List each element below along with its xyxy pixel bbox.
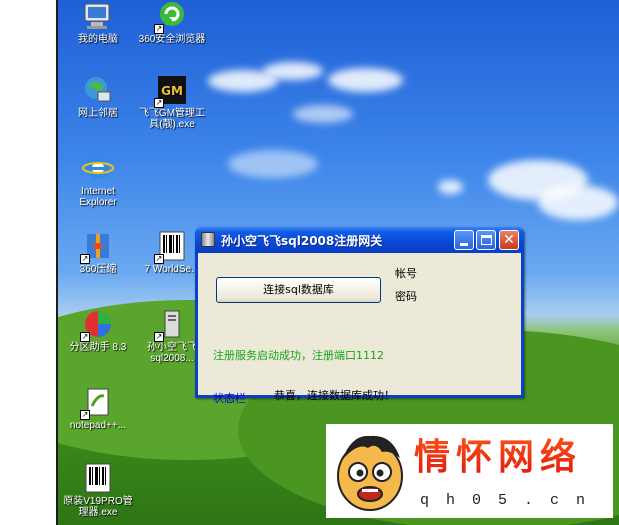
desktop-icon-v19pro-manager[interactable]: 原装V19PRO管理器.exe — [62, 462, 134, 518]
cloud — [263, 62, 323, 80]
desktop-icon-label: 原装V19PRO管理器.exe — [63, 496, 133, 518]
service-status-text: 注册服务启动成功，注册端口1112 — [213, 349, 384, 362]
server-app-icon: ↗ — [154, 308, 188, 342]
minimize-icon — [460, 243, 468, 246]
shortcut-arrow-icon: ↗ — [80, 410, 90, 420]
left-blank-area — [0, 0, 56, 525]
maximize-button[interactable] — [476, 230, 496, 250]
browser-360-icon: ↗ — [154, 0, 188, 34]
watermark-url: qh05.cn — [420, 492, 603, 509]
cloud — [293, 105, 353, 123]
close-button[interactable]: ✕ — [499, 230, 519, 250]
watermark-title: 情怀网络 — [414, 428, 582, 480]
shortcut-arrow-icon: ↗ — [154, 254, 164, 264]
watermark-banner: 情怀网络 qh05.cn — [326, 424, 613, 518]
desktop-icon-label: 分区助手 8.3 — [69, 342, 127, 353]
desktop-icon-network-places[interactable]: 网上邻居 — [62, 74, 134, 119]
gm-tool-icon: GM ↗ — [154, 74, 188, 108]
desktop-icon-internet-explorer[interactable]: Internet Explorer — [62, 152, 134, 208]
shortcut-arrow-icon: ↗ — [154, 98, 164, 108]
app-window-icon[interactable] — [201, 232, 215, 247]
close-icon: ✕ — [503, 232, 515, 248]
window-client-area: 连接sql数据库 帐号 密码 注册服务启动成功，注册端口1112 状态栏 恭喜，… — [198, 253, 521, 405]
cloud — [328, 68, 403, 92]
minimize-button[interactable] — [454, 230, 474, 250]
desktop-icon-label: notepad++... — [69, 420, 127, 431]
barcode-manager-icon — [82, 462, 114, 494]
my-computer-icon — [82, 0, 114, 32]
desktop-icon-label: 360压缩 — [79, 264, 117, 275]
maximize-icon — [481, 235, 492, 245]
window-title: 孙小空飞飞sql2008注册网关 — [221, 234, 383, 248]
desktop-icon-360-zip[interactable]: ↗ 360压缩 — [62, 230, 134, 275]
desktop-icon-my-computer[interactable]: 我的电脑 — [62, 0, 134, 45]
cloud — [438, 180, 463, 194]
network-places-icon — [82, 74, 114, 106]
shortcut-arrow-icon: ↗ — [154, 332, 164, 342]
gm-badge-text: GM — [161, 84, 183, 98]
account-label: 帐号 — [395, 267, 417, 280]
zip-360-icon: ↗ — [80, 230, 114, 264]
cloud — [228, 150, 318, 178]
shortcut-arrow-icon: ↗ — [154, 24, 164, 34]
desktop-icon-partition-assistant[interactable]: ↗ 分区助手 8.3 — [62, 308, 134, 353]
shortcut-arrow-icon: ↗ — [80, 332, 90, 342]
status-message: 恭喜，连接数据库成功！ — [274, 389, 395, 402]
notepadpp-icon: ↗ — [80, 386, 114, 420]
connect-sql-button[interactable]: 连接sql数据库 — [216, 277, 381, 303]
desktop-icon-notepadpp[interactable]: ↗ notepad++... — [62, 386, 134, 431]
desktop-icon-label: 我的电脑 — [78, 34, 118, 45]
desktop-icon-360-browser[interactable]: ↗ 360安全浏览器 — [136, 0, 208, 45]
status-bar-label: 状态栏 — [213, 392, 246, 405]
desktop-icon-label: Internet Explorer — [79, 186, 117, 208]
desktop-icon-gm-tool[interactable]: GM ↗ 飞飞GM管理工具(靓).exe — [136, 74, 208, 130]
cartoon-mascot-logo — [332, 430, 408, 514]
barcode-app-icon: ↗ — [154, 230, 188, 264]
cloud — [538, 185, 618, 220]
app-window[interactable]: 孙小空飞飞sql2008注册网关 ✕ 连接sql数据库 帐号 密码 注册服务启动… — [195, 227, 524, 405]
desktop-icon-label: 360安全浏览器 — [138, 34, 206, 45]
shortcut-arrow-icon: ↗ — [80, 254, 90, 264]
desktop-icon-label: 飞飞GM管理工具(靓).exe — [138, 108, 206, 130]
internet-explorer-icon — [82, 152, 114, 184]
partition-assistant-icon: ↗ — [80, 308, 114, 342]
password-label: 密码 — [395, 290, 417, 303]
window-titlebar[interactable]: 孙小空飞飞sql2008注册网关 ✕ — [195, 227, 524, 253]
desktop-icon-label: 网上邻居 — [78, 108, 118, 119]
